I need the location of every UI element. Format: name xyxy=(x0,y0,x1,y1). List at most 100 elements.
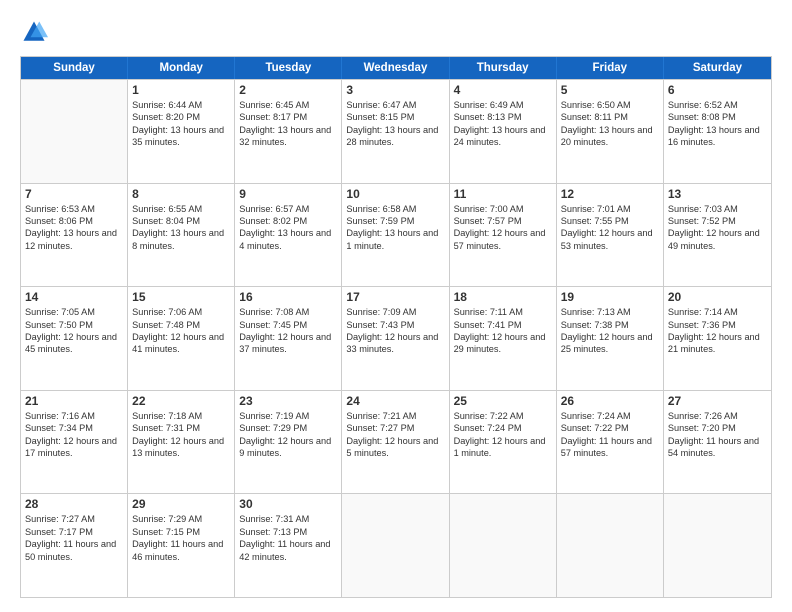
cell-info: Daylight: 11 hours and 46 minutes. xyxy=(132,538,230,563)
day-number: 4 xyxy=(454,83,552,97)
day-number: 1 xyxy=(132,83,230,97)
day-number: 22 xyxy=(132,394,230,408)
day-number: 25 xyxy=(454,394,552,408)
cal-cell: 3Sunrise: 6:47 AMSunset: 8:15 PMDaylight… xyxy=(342,80,449,183)
cal-cell: 23Sunrise: 7:19 AMSunset: 7:29 PMDayligh… xyxy=(235,391,342,494)
cell-info: Sunrise: 7:29 AM xyxy=(132,513,230,525)
cell-info: Sunrise: 7:21 AM xyxy=(346,410,444,422)
cell-info: Sunrise: 6:49 AM xyxy=(454,99,552,111)
cell-info: Sunrise: 7:13 AM xyxy=(561,306,659,318)
cell-info: Sunset: 7:52 PM xyxy=(668,215,767,227)
cell-info: Sunrise: 6:55 AM xyxy=(132,203,230,215)
cell-info: Sunrise: 6:50 AM xyxy=(561,99,659,111)
cell-info: Daylight: 12 hours and 1 minute. xyxy=(454,435,552,460)
cell-info: Daylight: 13 hours and 20 minutes. xyxy=(561,124,659,149)
cell-info: Daylight: 13 hours and 32 minutes. xyxy=(239,124,337,149)
cal-cell: 19Sunrise: 7:13 AMSunset: 7:38 PMDayligh… xyxy=(557,287,664,390)
cell-info: Daylight: 12 hours and 37 minutes. xyxy=(239,331,337,356)
cell-info: Daylight: 12 hours and 45 minutes. xyxy=(25,331,123,356)
calendar: SundayMondayTuesdayWednesdayThursdayFrid… xyxy=(20,56,772,598)
week-row-4: 21Sunrise: 7:16 AMSunset: 7:34 PMDayligh… xyxy=(21,390,771,494)
day-number: 21 xyxy=(25,394,123,408)
day-number: 28 xyxy=(25,497,123,511)
logo-icon xyxy=(20,18,48,46)
cell-info: Sunset: 7:55 PM xyxy=(561,215,659,227)
cell-info: Daylight: 12 hours and 25 minutes. xyxy=(561,331,659,356)
cell-info: Sunrise: 7:27 AM xyxy=(25,513,123,525)
day-header-wednesday: Wednesday xyxy=(342,57,449,79)
cell-info: Sunrise: 7:24 AM xyxy=(561,410,659,422)
cell-info: Sunrise: 7:19 AM xyxy=(239,410,337,422)
page: SundayMondayTuesdayWednesdayThursdayFrid… xyxy=(0,0,792,612)
cell-info: Sunrise: 7:08 AM xyxy=(239,306,337,318)
day-header-thursday: Thursday xyxy=(450,57,557,79)
cell-info: Sunrise: 7:18 AM xyxy=(132,410,230,422)
day-header-tuesday: Tuesday xyxy=(235,57,342,79)
week-row-2: 7Sunrise: 6:53 AMSunset: 8:06 PMDaylight… xyxy=(21,183,771,287)
cal-cell: 4 Sunrise: 6:49 AMSunset: 8:13 PMDaylight… xyxy=(450,80,557,183)
cell-info: Sunrise: 7:31 AM xyxy=(239,513,337,525)
cell-info: Sunset: 7:59 PM xyxy=(346,215,444,227)
cell-info: Sunrise: 7:14 AM xyxy=(668,306,767,318)
cal-cell: 2Sunrise: 6:45 AMSunset: 8:17 PMDaylight… xyxy=(235,80,342,183)
cell-info: Sunset: 7:20 PM xyxy=(668,422,767,434)
cal-cell: 1Sunrise: 6:44 AMSunset: 8:20 PMDaylight… xyxy=(128,80,235,183)
cell-info: Daylight: 12 hours and 49 minutes. xyxy=(668,227,767,252)
cell-info: Sunrise: 7:03 AM xyxy=(668,203,767,215)
cal-cell: 22Sunrise: 7:18 AMSunset: 7:31 PMDayligh… xyxy=(128,391,235,494)
cell-info: Daylight: 11 hours and 42 minutes. xyxy=(239,538,337,563)
cal-cell xyxy=(450,494,557,597)
day-number: 24 xyxy=(346,394,444,408)
cell-info: Sunset: 7:50 PM xyxy=(25,319,123,331)
cell-info: Sunrise: 6:52 AM xyxy=(668,99,767,111)
cell-info: Daylight: 12 hours and 5 minutes. xyxy=(346,435,444,460)
day-header-monday: Monday xyxy=(128,57,235,79)
cell-info: Sunset: 7:31 PM xyxy=(132,422,230,434)
cell-info: Daylight: 13 hours and 28 minutes. xyxy=(346,124,444,149)
cell-info: Daylight: 12 hours and 29 minutes. xyxy=(454,331,552,356)
day-number: 10 xyxy=(346,187,444,201)
cell-info: Sunset: 7:27 PM xyxy=(346,422,444,434)
day-number: 9 xyxy=(239,187,337,201)
cal-cell: 26Sunrise: 7:24 AMSunset: 7:22 PMDayligh… xyxy=(557,391,664,494)
cal-cell: 20 Sunrise: 7:14 AMSunset: 7:36 PMDayligh… xyxy=(664,287,771,390)
cell-info: Daylight: 13 hours and 8 minutes. xyxy=(132,227,230,252)
cal-cell: 16Sunrise: 7:08 AMSunset: 7:45 PMDayligh… xyxy=(235,287,342,390)
cell-info: Daylight: 12 hours and 21 minutes. xyxy=(668,331,767,356)
day-number: 8 xyxy=(132,187,230,201)
cell-info: Daylight: 11 hours and 54 minutes. xyxy=(668,435,767,460)
day-number: 20 xyxy=(668,290,767,304)
cell-info: Sunrise: 7:22 AM xyxy=(454,410,552,422)
cell-info: Sunset: 8:15 PM xyxy=(346,111,444,123)
cal-cell: 10Sunrise: 6:58 AMSunset: 7:59 PMDayligh… xyxy=(342,184,449,287)
day-number: 5 xyxy=(561,83,659,97)
cell-info: Daylight: 12 hours and 41 minutes. xyxy=(132,331,230,356)
cal-cell xyxy=(557,494,664,597)
day-number: 13 xyxy=(668,187,767,201)
day-number: 29 xyxy=(132,497,230,511)
cell-info: Sunset: 7:22 PM xyxy=(561,422,659,434)
cell-info: Sunrise: 7:09 AM xyxy=(346,306,444,318)
cell-info: Sunset: 7:24 PM xyxy=(454,422,552,434)
cell-info: Sunset: 7:57 PM xyxy=(454,215,552,227)
cal-cell: 18Sunrise: 7:11 AMSunset: 7:41 PMDayligh… xyxy=(450,287,557,390)
day-number: 14 xyxy=(25,290,123,304)
cell-info: Sunrise: 6:57 AM xyxy=(239,203,337,215)
cell-info: Sunrise: 6:58 AM xyxy=(346,203,444,215)
cell-info: Sunset: 8:13 PM xyxy=(454,111,552,123)
cell-info: Daylight: 12 hours and 53 minutes. xyxy=(561,227,659,252)
cell-info: Daylight: 13 hours and 24 minutes. xyxy=(454,124,552,149)
cell-info: Sunset: 7:36 PM xyxy=(668,319,767,331)
day-number: 18 xyxy=(454,290,552,304)
cell-info: Sunset: 7:17 PM xyxy=(25,526,123,538)
logo xyxy=(20,18,52,46)
day-number: 2 xyxy=(239,83,337,97)
cell-info: Sunset: 8:17 PM xyxy=(239,111,337,123)
day-number: 23 xyxy=(239,394,337,408)
cell-info: Sunset: 8:20 PM xyxy=(132,111,230,123)
cell-info: Sunset: 8:04 PM xyxy=(132,215,230,227)
cell-info: Sunrise: 7:00 AM xyxy=(454,203,552,215)
calendar-header: SundayMondayTuesdayWednesdayThursdayFrid… xyxy=(21,57,771,79)
cell-info: Daylight: 12 hours and 57 minutes. xyxy=(454,227,552,252)
cell-info: Sunrise: 6:53 AM xyxy=(25,203,123,215)
